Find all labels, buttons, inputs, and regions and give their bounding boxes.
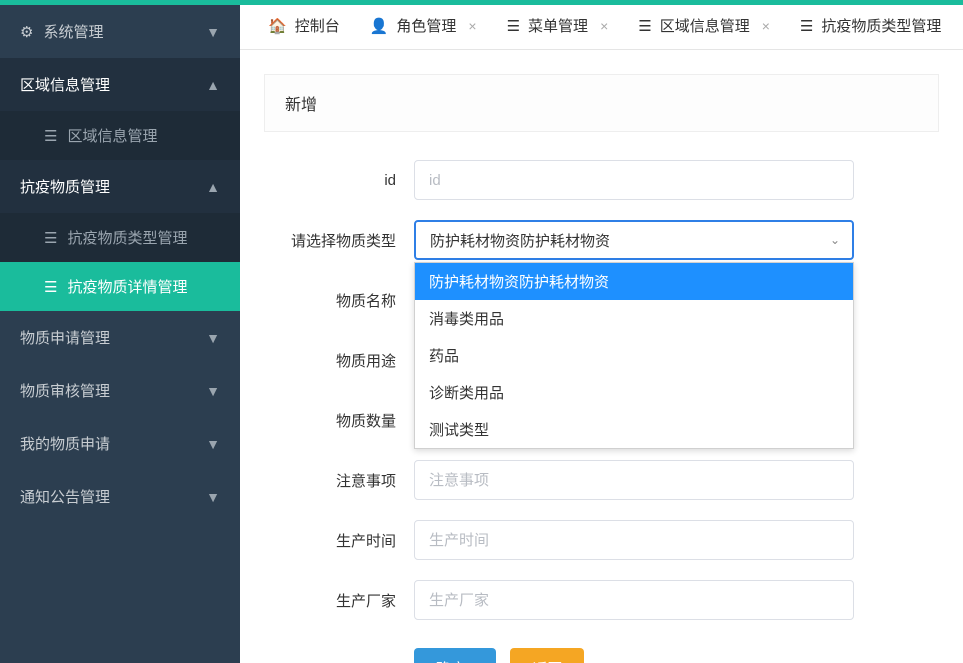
list-icon: ☰ <box>638 17 651 35</box>
sidebar-item-label: 我的物质申请 <box>20 433 110 454</box>
tab-label: 区域信息管理 <box>660 15 750 36</box>
tab-label: 菜单管理 <box>528 15 588 36</box>
tab-label: 角色管理 <box>396 15 456 36</box>
tab-menu[interactable]: ☰ 菜单管理 × <box>493 5 623 49</box>
chevron-down-icon: ⌄ <box>830 233 840 247</box>
sidebar-item-label: 抗疫物质类型管理 <box>67 227 187 248</box>
sidebar-item-label: 区域信息管理 <box>20 74 110 95</box>
sidebar-item-label: 物质审核管理 <box>20 380 110 401</box>
factory-input[interactable] <box>414 580 854 620</box>
home-icon: 🏠 <box>268 17 287 35</box>
list-icon: ☰ <box>507 17 520 35</box>
sidebar-subitem-region-info[interactable]: ☰ 区域信息管理 <box>0 111 240 160</box>
submit-button[interactable]: 确定2 <box>414 648 496 663</box>
id-input[interactable] <box>414 160 854 200</box>
sidebar-item-apply[interactable]: 物质申请管理 ▼ <box>0 311 240 364</box>
dropdown-option-0[interactable]: 防护耗材物资防护耗材物资 <box>415 263 853 300</box>
close-icon[interactable]: × <box>464 18 476 34</box>
chevron-up-icon: ▲ <box>206 77 220 93</box>
close-icon[interactable]: × <box>596 18 608 34</box>
sidebar-item-label: 系统管理 <box>43 21 103 42</box>
content-area: 新增 id 请选择物质类型 防护耗材物资防护耗材物资 ⌄ 防护耗材物资防护耗材物… <box>240 50 963 663</box>
chevron-down-icon: ▼ <box>206 436 220 452</box>
dropdown-option-3[interactable]: 诊断类用品 <box>415 374 853 411</box>
list-icon: ☰ <box>44 127 57 145</box>
chevron-down-icon: ▼ <box>206 383 220 399</box>
chevron-down-icon: ▼ <box>206 24 220 40</box>
time-input[interactable] <box>414 520 854 560</box>
sidebar-item-region[interactable]: 区域信息管理 ▲ <box>0 58 240 111</box>
gear-icon: ⚙ <box>20 23 33 41</box>
note-input[interactable] <box>414 460 854 500</box>
sidebar-item-label: 通知公告管理 <box>20 486 110 507</box>
tab-console[interactable]: 🏠 控制台 <box>254 5 354 49</box>
qty-label: 物质数量 <box>264 410 414 431</box>
type-dropdown: 防护耗材物资防护耗材物资 消毒类用品 药品 诊断类用品 测试类型 <box>414 262 854 449</box>
sidebar: ⚙ 系统管理 ▼ 区域信息管理 ▲ ☰ 区域信息管理 抗疫物质管理 ▲ ☰ 抗疫… <box>0 5 240 663</box>
time-label: 生产时间 <box>264 530 414 551</box>
tab-region[interactable]: ☰ 区域信息管理 × <box>624 5 784 49</box>
type-label: 请选择物质类型 <box>264 230 414 251</box>
sidebar-item-label: 物质申请管理 <box>20 327 110 348</box>
sidebar-subitem-material-detail[interactable]: ☰ 抗疫物质详情管理 <box>0 262 240 311</box>
main-area: 🏠 控制台 👤 角色管理 × ☰ 菜单管理 × ☰ 区域信息管理 × ☰ 抗疫物… <box>240 5 963 663</box>
tab-role[interactable]: 👤 角色管理 × <box>356 5 491 49</box>
sidebar-item-myapply[interactable]: 我的物质申请 ▼ <box>0 417 240 470</box>
tab-bar: 🏠 控制台 👤 角色管理 × ☰ 菜单管理 × ☰ 区域信息管理 × ☰ 抗疫物… <box>240 5 963 50</box>
factory-label: 生产厂家 <box>264 590 414 611</box>
close-icon[interactable]: × <box>758 18 770 34</box>
user-icon: 👤 <box>370 17 389 35</box>
note-label: 注意事项 <box>264 470 414 491</box>
panel-title: 新增 <box>264 74 939 132</box>
chevron-down-icon: ▼ <box>206 489 220 505</box>
dropdown-option-2[interactable]: 药品 <box>415 337 853 374</box>
name-label: 物质名称 <box>264 290 414 311</box>
list-icon: ☰ <box>44 229 57 247</box>
id-label: id <box>264 172 414 189</box>
list-icon: ☰ <box>800 17 813 35</box>
use-label: 物质用途 <box>264 350 414 371</box>
list-icon: ☰ <box>44 278 57 296</box>
sidebar-item-system[interactable]: ⚙ 系统管理 ▼ <box>0 5 240 58</box>
back-button[interactable]: 返回 <box>510 648 584 663</box>
sidebar-item-audit[interactable]: 物质审核管理 ▼ <box>0 364 240 417</box>
chevron-down-icon: ▼ <box>206 330 220 346</box>
tab-label: 抗疫物质类型管理 <box>821 15 941 36</box>
select-value: 防护耗材物资防护耗材物资 <box>430 230 610 251</box>
sidebar-subitem-material-type[interactable]: ☰ 抗疫物质类型管理 <box>0 213 240 262</box>
sidebar-item-label: 抗疫物质详情管理 <box>67 276 187 297</box>
dropdown-option-1[interactable]: 消毒类用品 <box>415 300 853 337</box>
tab-material-type[interactable]: ☰ 抗疫物质类型管理 <box>786 5 955 49</box>
sidebar-item-notice[interactable]: 通知公告管理 ▼ <box>0 470 240 523</box>
chevron-up-icon: ▲ <box>206 179 220 195</box>
type-select[interactable]: 防护耗材物资防护耗材物资 ⌄ <box>414 220 854 260</box>
sidebar-item-label: 抗疫物质管理 <box>20 176 110 197</box>
sidebar-item-label: 区域信息管理 <box>67 125 157 146</box>
tab-label: 控制台 <box>295 15 340 36</box>
sidebar-item-material[interactable]: 抗疫物质管理 ▲ <box>0 160 240 213</box>
dropdown-option-4[interactable]: 测试类型 <box>415 411 853 448</box>
